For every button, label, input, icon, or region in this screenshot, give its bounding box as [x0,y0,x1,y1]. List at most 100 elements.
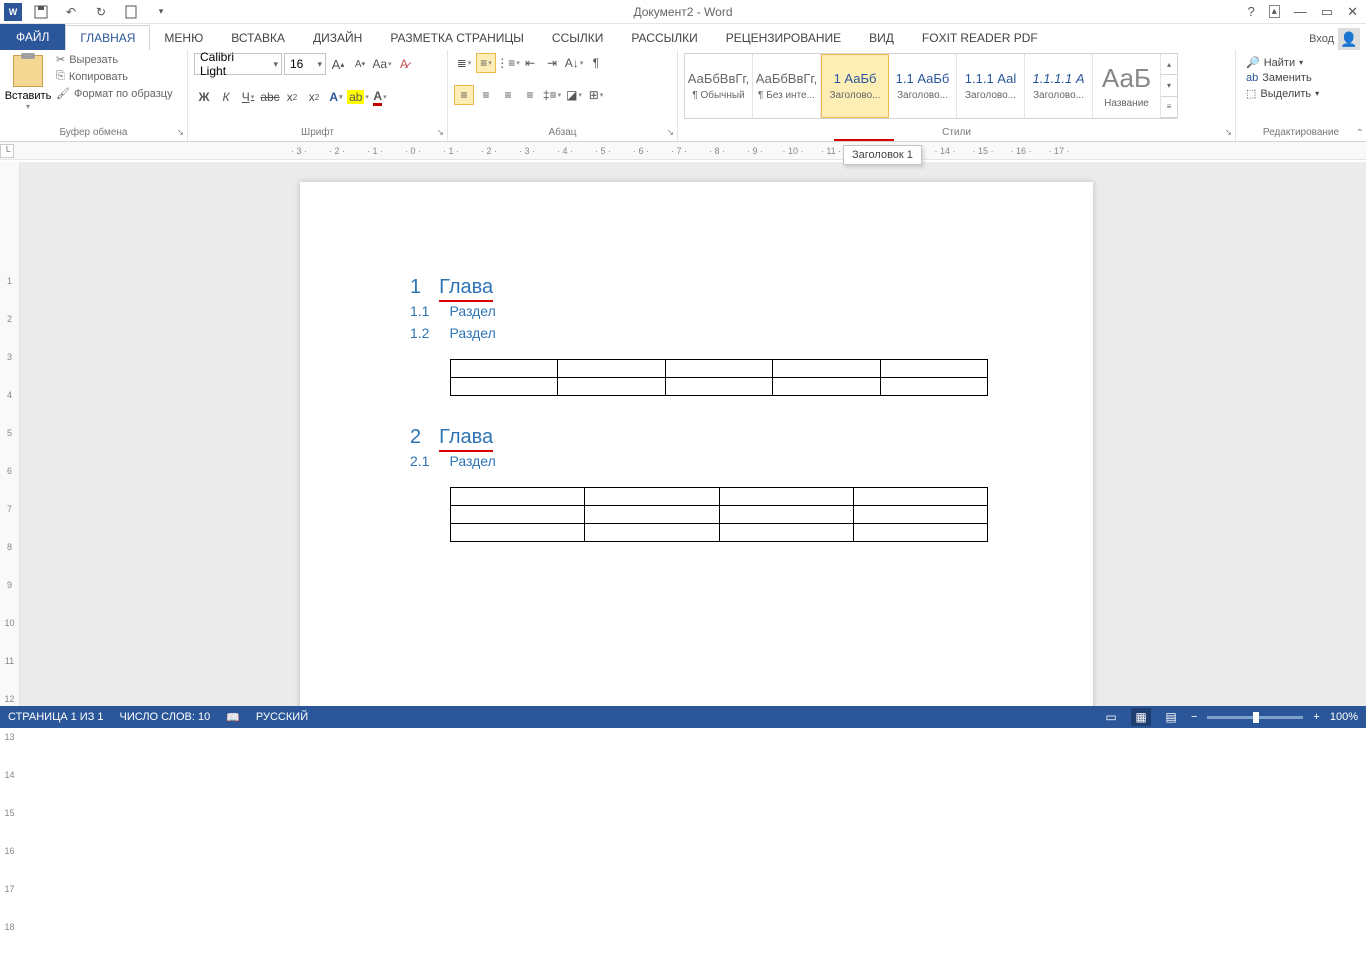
line-spacing-button[interactable]: ‡≡ [542,85,562,105]
table-cell[interactable] [451,488,585,506]
style-item[interactable]: 1.1 АаБбЗаголово... [889,54,957,118]
paste-button[interactable]: Вставить ▾ [6,53,50,111]
select-button[interactable]: ⬚Выделить ▾ [1246,87,1319,100]
sort-button[interactable]: A↓ [564,53,584,73]
heading-2[interactable]: 1.1Раздел [410,303,988,319]
bold-button[interactable]: Ж [194,87,214,107]
tab-selector[interactable]: └ [0,144,14,158]
grow-font-button[interactable]: A▴ [328,54,348,74]
number-list-button[interactable]: ≡ [476,53,496,73]
subscript-button[interactable]: x2 [282,87,302,107]
table-cell[interactable] [773,360,880,378]
sign-in[interactable]: Вход 👤 [1309,28,1360,50]
style-item[interactable]: АаБбВвГг,¶ Обычный [685,54,753,118]
page[interactable]: 1Глава 1.1Раздел 1.2Раздел 2Глава 2.1Раздел [300,182,1093,706]
font-color-button[interactable]: A [370,87,390,107]
tab-home[interactable]: ГЛАВНАЯ [65,25,150,50]
table-cell[interactable] [558,378,665,396]
borders-button[interactable]: ⊞ [586,85,606,105]
underline-button[interactable]: Ч [238,87,258,107]
shrink-font-button[interactable]: A▾ [350,54,370,74]
qat-more-button[interactable]: ▾ [150,2,172,22]
highlight-button[interactable]: ab [348,87,368,107]
replace-button[interactable]: abЗаменить [1246,72,1319,84]
table-cell[interactable] [853,488,987,506]
table-cell[interactable] [880,378,987,396]
print-layout-button[interactable]: ▦ [1131,708,1151,726]
table[interactable] [450,359,988,396]
tab-file[interactable]: ФАЙЛ [0,24,65,50]
multilevel-list-button[interactable]: ⋮≡ [498,53,518,73]
ruler-vertical[interactable]: 123456789101112131415161718 [0,162,20,706]
word-count[interactable]: ЧИСЛО СЛОВ: 10 [120,711,211,723]
tab-design[interactable]: ДИЗАЙН [299,26,376,50]
minimize-button[interactable]: ― [1294,4,1307,19]
table-cell[interactable] [451,506,585,524]
save-button[interactable] [30,2,52,22]
collapse-ribbon-button[interactable]: ⌃ [1356,128,1364,139]
maximize-button[interactable]: ▭ [1321,4,1333,20]
heading-1[interactable]: 1Глава [410,276,988,299]
table-cell[interactable] [853,524,987,542]
table-cell[interactable] [773,378,880,396]
tab-insert[interactable]: ВСТАВКА [217,26,299,50]
font-size-combo[interactable]: 16 [284,53,326,75]
format-painter-button[interactable]: 🖌Формат по образцу [56,87,173,100]
table-cell[interactable] [451,524,585,542]
web-layout-button[interactable]: ▤ [1161,710,1181,724]
tab-menu[interactable]: Меню [150,26,217,50]
tab-references[interactable]: ССЫЛКИ [538,26,617,50]
find-button[interactable]: 🔎Найти ▾ [1246,56,1319,69]
table-cell[interactable] [451,378,558,396]
superscript-button[interactable]: x2 [304,87,324,107]
style-item[interactable]: 1.1.1 АаlЗаголово... [957,54,1025,118]
zoom-out-button[interactable]: − [1191,711,1197,723]
strikethrough-button[interactable]: abc [260,87,280,107]
change-case-button[interactable]: Aa [372,54,392,74]
table-cell[interactable] [585,506,719,524]
copy-button[interactable]: ⎘Копировать [56,70,173,83]
increase-indent-button[interactable]: ⇥ [542,53,562,73]
tab-layout[interactable]: РАЗМЕТКА СТРАНИЦЫ [376,26,538,50]
cut-button[interactable]: ✂Вырезать [56,53,173,66]
font-launcher[interactable]: ↘ [436,127,444,138]
align-center-button[interactable]: ≡ [476,85,496,105]
zoom-in-button[interactable]: + [1313,711,1319,723]
styles-scroll[interactable]: ▴▾≡ [1161,54,1177,118]
redo-button[interactable]: ↻ [90,2,112,22]
language-indicator[interactable]: РУССКИЙ [256,711,308,723]
tab-foxit[interactable]: Foxit Reader PDF [908,26,1052,50]
heading-1[interactable]: 2Глава [410,426,988,449]
read-mode-button[interactable]: ▭ [1101,710,1121,724]
style-item[interactable]: АаБНазвание [1093,54,1161,118]
close-button[interactable]: ✕ [1347,4,1358,20]
text-effects-button[interactable]: A [326,87,346,107]
align-right-button[interactable]: ≡ [498,85,518,105]
clipboard-launcher[interactable]: ↘ [176,127,184,138]
table-cell[interactable] [719,524,853,542]
style-item[interactable]: 1 АаБбЗаголово... [821,54,889,118]
table-cell[interactable] [585,524,719,542]
style-item[interactable]: 1.1.1.1 АЗаголово... [1025,54,1093,118]
heading-2[interactable]: 2.1Раздел [410,453,988,469]
undo-button[interactable]: ↶ [60,2,82,22]
tab-review[interactable]: РЕЦЕНЗИРОВАНИЕ [712,26,855,50]
table-cell[interactable] [719,506,853,524]
page-indicator[interactable]: СТРАНИЦА 1 ИЗ 1 [8,711,104,723]
heading-2[interactable]: 1.2Раздел [410,325,988,341]
font-name-combo[interactable]: Calibri Light [194,53,282,75]
zoom-level[interactable]: 100% [1330,711,1358,723]
ribbon-display-button[interactable]: ▴ [1269,5,1280,18]
table-cell[interactable] [451,360,558,378]
spellcheck-icon[interactable]: 📖 [226,711,240,724]
table-cell[interactable] [558,360,665,378]
align-left-button[interactable]: ≡ [454,85,474,105]
table-cell[interactable] [665,378,772,396]
style-item[interactable]: АаБбВвГг,¶ Без инте... [753,54,821,118]
tab-view[interactable]: ВИД [855,26,908,50]
zoom-slider[interactable] [1207,716,1303,719]
tab-mailings[interactable]: РАССЫЛКИ [617,26,711,50]
italic-button[interactable]: К [216,87,236,107]
new-doc-button[interactable] [120,2,142,22]
justify-button[interactable]: ≡ [520,85,540,105]
